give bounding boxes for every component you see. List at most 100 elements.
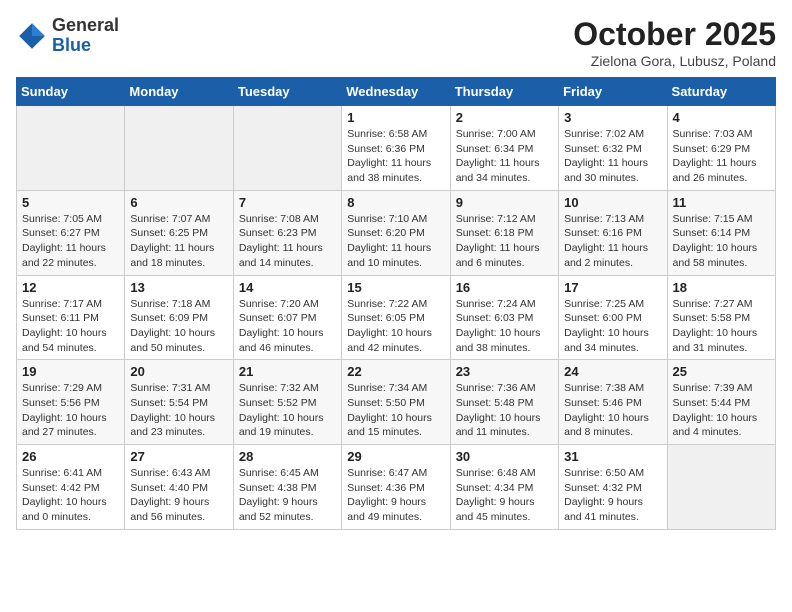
calendar-cell: 21 Sunrise: 7:32 AM Sunset: 5:52 PM Dayli… [233, 360, 341, 445]
calendar-cell: 8 Sunrise: 7:10 AM Sunset: 6:20 PM Daylig… [342, 190, 450, 275]
calendar-cell: 11 Sunrise: 7:15 AM Sunset: 6:14 PM Dayli… [667, 190, 775, 275]
location-subtitle: Zielona Gora, Lubusz, Poland [573, 53, 776, 69]
calendar-cell: 9Sunrise: 7:12 AM Sunset: 6:18 PM Daylig… [450, 190, 558, 275]
calendar-table: SundayMondayTuesdayWednesdayThursdayFrid… [16, 77, 776, 530]
calendar-cell: 15 Sunrise: 7:22 AM Sunset: 6:05 PM Dayli… [342, 275, 450, 360]
day-number: 12 [22, 280, 119, 295]
day-number: 28 [239, 449, 336, 464]
day-info: Sunrise: 7:03 AM Sunset: 6:29 PM Dayligh… [673, 127, 770, 186]
calendar-cell: 22 Sunrise: 7:34 AM Sunset: 5:50 PM Dayli… [342, 360, 450, 445]
day-number: 26 [22, 449, 119, 464]
day-info: Sunrise: 7:29 AM Sunset: 5:56 PM Dayligh… [22, 381, 119, 440]
day-info: Sunrise: 6:50 AM Sunset: 4:32 PM Dayligh… [564, 466, 661, 525]
day-info: Sunrise: 7:00 AM Sunset: 6:34 PM Dayligh… [456, 127, 553, 186]
month-title: October 2025 [573, 16, 776, 53]
day-info: Sunrise: 7:15 AM Sunset: 6:14 PM Dayligh… [673, 212, 770, 271]
day-number: 19 [22, 364, 119, 379]
calendar-cell: 16 Sunrise: 7:24 AM Sunset: 6:03 PM Dayli… [450, 275, 558, 360]
day-number: 3 [564, 110, 661, 125]
calendar-cell: 25 Sunrise: 7:39 AM Sunset: 5:44 PM Dayli… [667, 360, 775, 445]
day-number: 7 [239, 195, 336, 210]
day-number: 1 [347, 110, 444, 125]
day-number: 21 [239, 364, 336, 379]
day-info: Sunrise: 7:20 AM Sunset: 6:07 PM Dayligh… [239, 297, 336, 356]
calendar-cell: 20Sunrise: 7:31 AM Sunset: 5:54 PM Dayli… [125, 360, 233, 445]
day-info: Sunrise: 7:32 AM Sunset: 5:52 PM Dayligh… [239, 381, 336, 440]
weekday-header: Monday [125, 78, 233, 106]
day-info: Sunrise: 7:27 AM Sunset: 5:58 PM Dayligh… [673, 297, 770, 356]
calendar-cell: 5Sunrise: 7:05 AM Sunset: 6:27 PM Daylig… [17, 190, 125, 275]
calendar-week-row: 5Sunrise: 7:05 AM Sunset: 6:27 PM Daylig… [17, 190, 776, 275]
day-number: 22 [347, 364, 444, 379]
calendar-cell: 12 Sunrise: 7:17 AM Sunset: 6:11 PM Dayli… [17, 275, 125, 360]
day-number: 4 [673, 110, 770, 125]
day-number: 9 [456, 195, 553, 210]
day-number: 25 [673, 364, 770, 379]
day-info: Sunrise: 7:10 AM Sunset: 6:20 PM Dayligh… [347, 212, 444, 271]
calendar-cell [233, 106, 341, 191]
day-number: 24 [564, 364, 661, 379]
calendar-week-row: 12 Sunrise: 7:17 AM Sunset: 6:11 PM Dayli… [17, 275, 776, 360]
day-number: 27 [130, 449, 227, 464]
day-number: 29 [347, 449, 444, 464]
day-info: Sunrise: 7:34 AM Sunset: 5:50 PM Dayligh… [347, 381, 444, 440]
day-number: 18 [673, 280, 770, 295]
day-info: Sunrise: 6:47 AM Sunset: 4:36 PM Dayligh… [347, 466, 444, 525]
day-number: 8 [347, 195, 444, 210]
day-info: Sunrise: 7:22 AM Sunset: 6:05 PM Dayligh… [347, 297, 444, 356]
day-info: Sunrise: 7:17 AM Sunset: 6:11 PM Dayligh… [22, 297, 119, 356]
calendar-cell [125, 106, 233, 191]
day-number: 15 [347, 280, 444, 295]
day-number: 16 [456, 280, 553, 295]
calendar-cell: 30 Sunrise: 6:48 AM Sunset: 4:34 PM Dayli… [450, 445, 558, 530]
day-info: Sunrise: 7:07 AM Sunset: 6:25 PM Dayligh… [130, 212, 227, 271]
calendar-cell: 4 Sunrise: 7:03 AM Sunset: 6:29 PM Daylig… [667, 106, 775, 191]
calendar-week-row: 19 Sunrise: 7:29 AM Sunset: 5:56 PM Dayli… [17, 360, 776, 445]
day-number: 10 [564, 195, 661, 210]
day-info: Sunrise: 7:24 AM Sunset: 6:03 PM Dayligh… [456, 297, 553, 356]
calendar-cell: 18 Sunrise: 7:27 AM Sunset: 5:58 PM Dayli… [667, 275, 775, 360]
calendar-week-row: 26 Sunrise: 6:41 AM Sunset: 4:42 PM Dayli… [17, 445, 776, 530]
weekday-header: Wednesday [342, 78, 450, 106]
day-info: Sunrise: 6:41 AM Sunset: 4:42 PM Dayligh… [22, 466, 119, 525]
logo-icon [16, 20, 48, 52]
calendar-cell [17, 106, 125, 191]
day-info: Sunrise: 7:31 AM Sunset: 5:54 PM Dayligh… [130, 381, 227, 440]
calendar-cell: 23Sunrise: 7:36 AM Sunset: 5:48 PM Dayli… [450, 360, 558, 445]
calendar-cell: 27Sunrise: 6:43 AM Sunset: 4:40 PM Dayli… [125, 445, 233, 530]
calendar-cell: 24 Sunrise: 7:38 AM Sunset: 5:46 PM Dayli… [559, 360, 667, 445]
day-number: 31 [564, 449, 661, 464]
day-info: Sunrise: 6:45 AM Sunset: 4:38 PM Dayligh… [239, 466, 336, 525]
calendar-cell: 13Sunrise: 7:18 AM Sunset: 6:09 PM Dayli… [125, 275, 233, 360]
day-info: Sunrise: 6:48 AM Sunset: 4:34 PM Dayligh… [456, 466, 553, 525]
day-info: Sunrise: 7:38 AM Sunset: 5:46 PM Dayligh… [564, 381, 661, 440]
day-number: 11 [673, 195, 770, 210]
day-info: Sunrise: 7:25 AM Sunset: 6:00 PM Dayligh… [564, 297, 661, 356]
weekday-header: Saturday [667, 78, 775, 106]
weekday-header: Friday [559, 78, 667, 106]
calendar-cell: 2 Sunrise: 7:00 AM Sunset: 6:34 PM Daylig… [450, 106, 558, 191]
day-info: Sunrise: 7:05 AM Sunset: 6:27 PM Dayligh… [22, 212, 119, 271]
day-number: 30 [456, 449, 553, 464]
logo-text: General Blue [52, 16, 119, 56]
logo: General Blue [16, 16, 119, 56]
weekday-header: Tuesday [233, 78, 341, 106]
title-block: October 2025 Zielona Gora, Lubusz, Polan… [573, 16, 776, 69]
calendar-cell [667, 445, 775, 530]
calendar-cell: 31 Sunrise: 6:50 AM Sunset: 4:32 PM Dayli… [559, 445, 667, 530]
weekday-header: Thursday [450, 78, 558, 106]
calendar-cell: 6Sunrise: 7:07 AM Sunset: 6:25 PM Daylig… [125, 190, 233, 275]
day-number: 13 [130, 280, 227, 295]
day-number: 2 [456, 110, 553, 125]
day-info: Sunrise: 7:39 AM Sunset: 5:44 PM Dayligh… [673, 381, 770, 440]
weekday-header: Sunday [17, 78, 125, 106]
calendar-cell: 26 Sunrise: 6:41 AM Sunset: 4:42 PM Dayli… [17, 445, 125, 530]
calendar-cell: 14Sunrise: 7:20 AM Sunset: 6:07 PM Dayli… [233, 275, 341, 360]
day-number: 17 [564, 280, 661, 295]
calendar-cell: 10Sunrise: 7:13 AM Sunset: 6:16 PM Dayli… [559, 190, 667, 275]
logo-blue: Blue [52, 35, 91, 55]
page-header: General Blue October 2025 Zielona Gora, … [16, 16, 776, 69]
calendar-cell: 17 Sunrise: 7:25 AM Sunset: 6:00 PM Dayli… [559, 275, 667, 360]
calendar-week-row: 1Sunrise: 6:58 AM Sunset: 6:36 PM Daylig… [17, 106, 776, 191]
weekday-header-row: SundayMondayTuesdayWednesdayThursdayFrid… [17, 78, 776, 106]
